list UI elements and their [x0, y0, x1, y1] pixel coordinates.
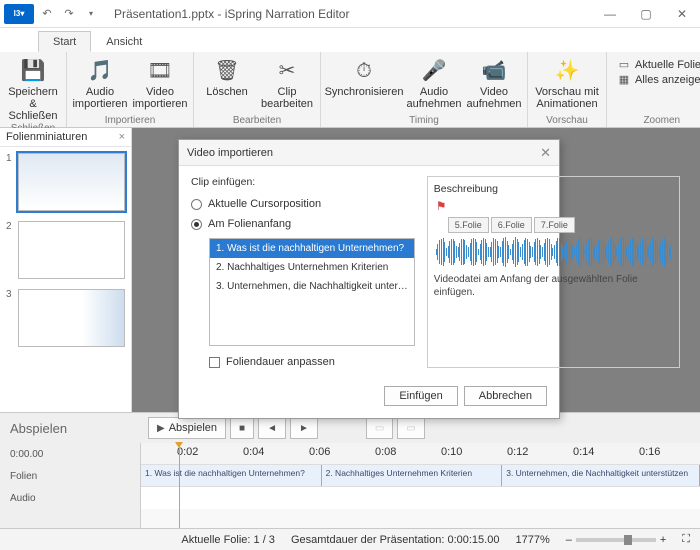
timeline-slide-2[interactable]: 2. Nachhaltiges Unternehmen Kriterien: [322, 465, 503, 486]
dialog-close-button[interactable]: ✕: [540, 145, 551, 161]
app-logo-menu[interactable]: I3▾: [4, 4, 34, 24]
timeline-ruler[interactable]: 0:020:040:060:080:100:120:140:16: [141, 443, 700, 465]
group-label-preview: Vorschau: [532, 114, 602, 127]
redo-button[interactable]: ↷: [58, 3, 80, 25]
camera-icon: 📹: [482, 58, 507, 84]
video-import-dialog: Video importieren ✕ Clip einfügen: Aktuel…: [178, 139, 560, 419]
undo-button[interactable]: ↶: [36, 3, 58, 25]
scissors-icon: ✂: [279, 58, 296, 84]
tool-button-2[interactable]: ▭: [397, 417, 424, 439]
tab-view[interactable]: Ansicht: [91, 31, 157, 52]
timeline-slide-1[interactable]: 1. Was ist die nachhaltigen Unternehmen?: [141, 465, 322, 486]
prev-button[interactable]: ◄: [258, 417, 286, 439]
save-icon: 💾: [21, 58, 46, 84]
insert-button[interactable]: Einfügen: [384, 386, 457, 406]
play-button[interactable]: ▶ Abspielen: [148, 417, 226, 439]
thumbnail-pane: Folienminiaturen × 1 2 3: [0, 128, 132, 412]
adjust-duration-checkbox[interactable]: Foliendauer anpassen: [209, 356, 415, 368]
group-label-zoom: Zoomen: [611, 114, 700, 127]
slide-list-item-3[interactable]: 3. Unternehmen, die Nachhaltigkeit unter…: [210, 277, 414, 296]
group-label-edit: Bearbeiten: [198, 114, 316, 127]
next-button[interactable]: ►: [290, 417, 318, 439]
status-current-slide: Aktuelle Folie: 1 / 3: [181, 534, 275, 546]
sparkle-icon: ✨: [555, 58, 580, 84]
status-zoom-value: 1777%: [515, 534, 549, 546]
status-bar: Aktuelle Folie: 1 / 3 Gesamtdauer der Pr…: [0, 528, 700, 550]
description-label: Beschreibung: [434, 183, 674, 195]
delete-button[interactable]: 🗑Löschen: [198, 54, 256, 98]
preview-button[interactable]: ✨Vorschau mit Animationen: [532, 54, 602, 110]
clip-edit-button[interactable]: ✂Clip bearbeiten: [258, 54, 316, 110]
video-import-button[interactable]: 🎞Video importieren: [131, 54, 189, 110]
desc-tab-6: 6.Folie: [491, 217, 532, 233]
desc-tab-7: 7.Folie: [534, 217, 575, 233]
grid-icon: ▦: [617, 73, 631, 86]
slide-thumbnail-3[interactable]: 3: [6, 289, 125, 347]
clock-icon: ⏱: [356, 58, 372, 84]
dialog-title: Video importieren: [187, 147, 273, 159]
slide-thumbnail-1[interactable]: 1: [6, 153, 125, 211]
close-button[interactable]: ✕: [664, 0, 700, 28]
slide-thumbnail-2[interactable]: 2: [6, 221, 125, 279]
tab-start[interactable]: Start: [38, 31, 91, 52]
radio-cursor-position[interactable]: Aktuelle Cursorposition: [191, 196, 415, 212]
timeline-audio-track[interactable]: [141, 487, 700, 509]
waveform-preview: [436, 237, 672, 267]
trash-icon: 🗑: [214, 58, 239, 84]
ribbon: 💾Speichern & Schließen Schließen 🎵Audio …: [0, 52, 700, 128]
radio-slide-start[interactable]: Am Folienanfang: [191, 216, 415, 232]
slide-list-item-2[interactable]: 2. Nachhaltiges Unternehmen Kriterien: [210, 258, 414, 277]
group-label-import: Importieren: [71, 114, 189, 127]
minimize-button[interactable]: —: [592, 0, 628, 28]
mic-icon: 🎤: [422, 58, 447, 84]
show-all-button[interactable]: ▦Alles anzeigen: [617, 73, 700, 86]
timeline-tracks[interactable]: 0:020:040:060:080:100:120:140:16 1. Was …: [140, 443, 700, 528]
qat-dropdown[interactable]: ▾: [80, 3, 102, 25]
timeline-slide-3[interactable]: 3. Unternehmen, die Nachhaltigkeit unter…: [502, 465, 700, 486]
ribbon-tabs: Start Ansicht: [0, 28, 700, 52]
slide-list[interactable]: 1. Was ist die nachhaltigen Unternehmen?…: [209, 238, 415, 346]
tool-button-1[interactable]: ▭: [366, 417, 393, 439]
stop-button[interactable]: ■: [230, 417, 254, 439]
description-text: Videodatei am Anfang der ausgewählten Fo…: [434, 273, 674, 299]
status-duration: Gesamtdauer der Präsentation: 0:00:15.00: [291, 534, 500, 546]
fit-button[interactable]: ⛶: [682, 533, 690, 546]
playhead[interactable]: [179, 443, 180, 528]
thumbnail-pane-title: Folienminiaturen: [6, 131, 87, 143]
thumbnail-pane-close[interactable]: ×: [119, 131, 125, 143]
audio-import-button[interactable]: 🎵Audio importieren: [71, 54, 129, 110]
timeline-title: Abspielen: [10, 421, 140, 436]
maximize-button[interactable]: ▢: [628, 0, 664, 28]
group-label-timing: Timing: [325, 114, 523, 127]
video-import-icon: 🎞: [147, 58, 172, 84]
track-label-slides: Folien: [0, 465, 140, 487]
flag-icon: ⚑: [436, 199, 674, 213]
track-label-audio: Audio: [0, 487, 140, 509]
sync-button[interactable]: ⏱Synchronisieren: [325, 54, 403, 98]
timeline-panel: Abspielen ▶ Abspielen ■ ◄ ► ▭ ▭ 0:00.00 …: [0, 412, 700, 528]
video-record-button[interactable]: 📹Video aufnehmen: [465, 54, 523, 110]
cancel-button[interactable]: Abbrechen: [464, 386, 547, 406]
window-title: Präsentation1.pptx - iSpring Narration E…: [114, 7, 349, 21]
desc-tab-5: 5.Folie: [448, 217, 489, 233]
slide-list-item-1[interactable]: 1. Was ist die nachhaltigen Unternehmen?: [210, 239, 414, 258]
current-slide-button[interactable]: ▭Aktuelle Folie: [617, 58, 700, 71]
clip-insert-label: Clip einfügen:: [191, 176, 415, 188]
audio-record-button[interactable]: 🎤Audio aufnehmen: [405, 54, 463, 110]
titlebar: I3▾ ↶ ↷ ▾ Präsentation1.pptx - iSpring N…: [0, 0, 700, 28]
slide-icon: ▭: [617, 58, 631, 71]
zoom-slider[interactable]: –+: [566, 534, 667, 546]
save-close-button[interactable]: 💾Speichern & Schließen: [4, 54, 62, 122]
ruler-start-label: 0:00.00: [0, 443, 140, 465]
audio-import-icon: 🎵: [88, 58, 113, 84]
